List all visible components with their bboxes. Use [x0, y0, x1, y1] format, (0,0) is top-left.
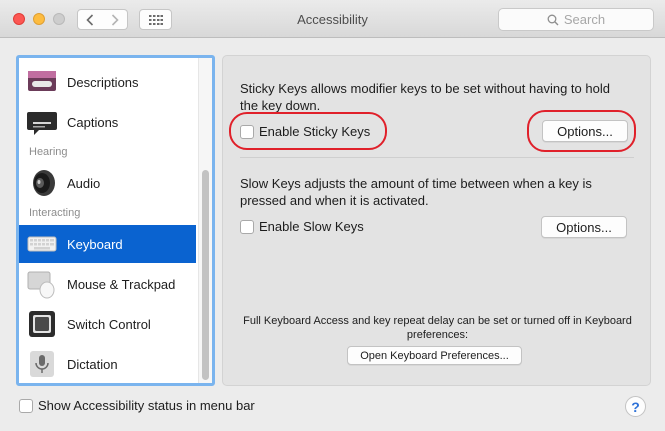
sidebar-item-audio[interactable]: Audio — [19, 164, 196, 202]
sticky-keys-options-button[interactable]: Options... — [542, 120, 628, 142]
sidebar-item-keyboard[interactable]: Keyboard — [19, 225, 196, 263]
search-field[interactable]: Search — [498, 8, 654, 31]
microphone-icon — [27, 349, 57, 379]
keyboard-settings-pane: Sticky Keys allows modifier keys to be s… — [222, 55, 651, 386]
enable-slow-keys-checkbox[interactable]: Enable Slow Keys — [240, 219, 364, 234]
checkbox-label: Enable Sticky Keys — [259, 124, 371, 139]
sticky-keys-description: Sticky Keys allows modifier keys to be s… — [240, 81, 610, 113]
section-header-hearing: Hearing — [29, 146, 68, 158]
keyboard-access-note: Full Keyboard Access and key repeat dela… — [243, 315, 632, 341]
sidebar-item-label: Keyboard — [67, 236, 123, 252]
checkbox-box[interactable] — [19, 398, 33, 413]
sidebar-item-descriptions[interactable]: Descriptions — [19, 63, 196, 101]
sidebar-item-captions[interactable]: Captions — [19, 103, 196, 141]
divider — [240, 157, 634, 158]
checkbox-label: Show Accessibility status in menu bar — [38, 398, 255, 413]
mouse-trackpad-icon — [27, 269, 57, 299]
sidebar-item-label: Captions — [67, 114, 119, 130]
checkbox-box[interactable] — [240, 219, 254, 234]
sidebar-item-label: Audio — [67, 175, 101, 191]
sidebar-item-dictation[interactable]: Dictation — [19, 345, 196, 383]
help-button[interactable]: ? — [625, 396, 646, 417]
scrollbar-thumb[interactable] — [202, 170, 209, 380]
chevron-right-icon — [111, 13, 119, 26]
slow-keys-options-button[interactable]: Options... — [541, 216, 627, 238]
sidebar-item-label: Mouse & Trackpad — [67, 276, 176, 292]
show-status-in-menu-bar-checkbox[interactable]: Show Accessibility status in menu bar — [19, 398, 255, 413]
open-keyboard-preferences-button[interactable]: Open Keyboard Preferences... — [347, 346, 522, 365]
chevron-left-icon — [86, 13, 94, 26]
sidebar-item-label: Switch Control — [67, 316, 151, 332]
sidebar-item-label: Descriptions — [67, 74, 139, 90]
enable-sticky-keys-checkbox[interactable]: Enable Sticky Keys — [240, 124, 370, 139]
captions-icon — [27, 107, 57, 137]
checkbox-label: Enable Slow Keys — [259, 219, 364, 234]
search-placeholder: Search — [563, 12, 606, 27]
keyboard-icon — [27, 229, 57, 259]
checkbox-box[interactable] — [240, 124, 254, 139]
show-all-button[interactable] — [139, 9, 172, 30]
title-bar: Accessibility Search — [0, 0, 665, 38]
sidebar-item-label: Dictation — [67, 356, 118, 372]
grid-icon — [148, 14, 163, 25]
search-icon — [547, 14, 559, 25]
slow-keys-description: Slow Keys adjusts the amount of time bet… — [240, 176, 592, 208]
category-list[interactable]: Descriptions Captions Hearing Audio Inte… — [16, 55, 215, 386]
section-header-interacting: Interacting — [29, 207, 81, 219]
descriptions-icon — [27, 67, 57, 97]
switch-control-icon — [27, 309, 57, 339]
sidebar-scrollbar[interactable] — [198, 58, 212, 383]
zoom-window-button[interactable] — [53, 13, 65, 25]
close-window-button[interactable] — [13, 13, 25, 25]
sidebar-item-switch-control[interactable]: Switch Control — [19, 305, 196, 343]
back-button[interactable] — [77, 9, 103, 30]
sidebar-item-mouse-trackpad[interactable]: Mouse & Trackpad — [19, 265, 196, 303]
speaker-icon — [27, 168, 57, 198]
minimize-window-button[interactable] — [33, 13, 45, 25]
forward-button[interactable] — [102, 9, 128, 30]
